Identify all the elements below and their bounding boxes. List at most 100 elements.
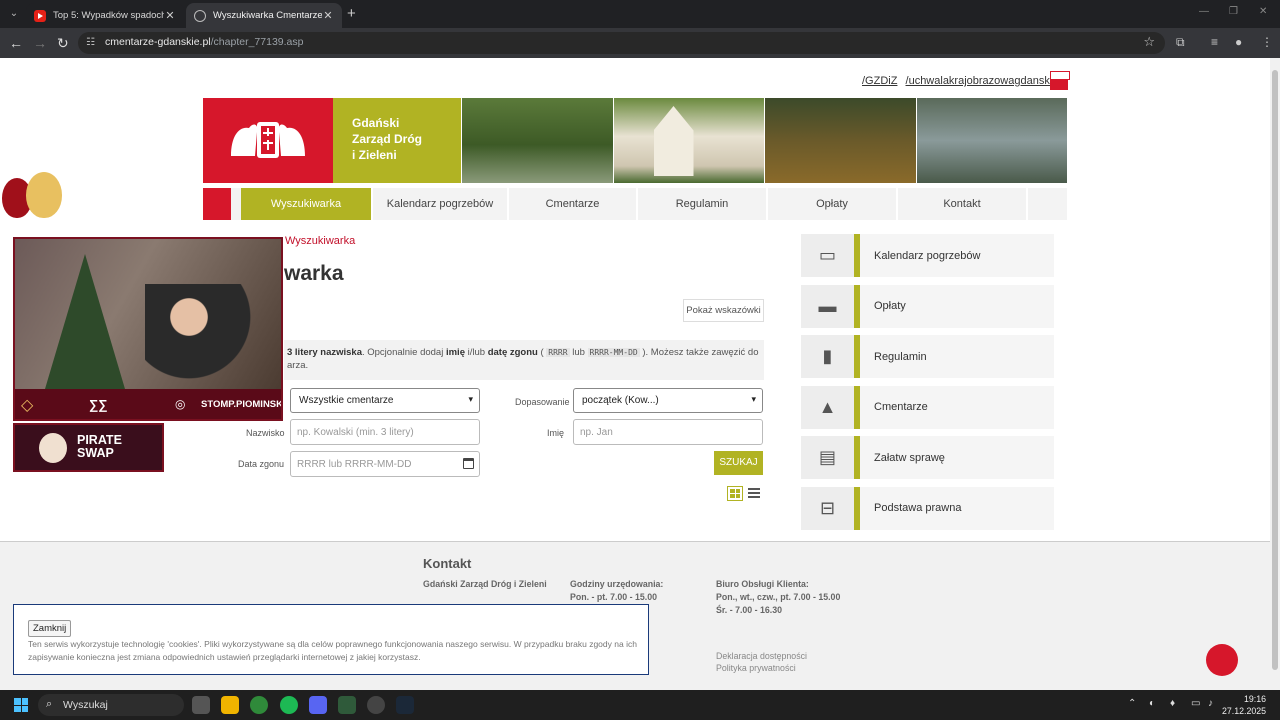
browser-tab-2-active[interactable]: Wyszukiwarka Cmentarze w Gd ✕ <box>186 3 342 28</box>
show-hints-button[interactable]: Pokaż wskazówki <box>683 299 764 322</box>
bookmark-star-icon[interactable]: ☆ <box>1143 34 1155 50</box>
browser-menu-icon[interactable]: ⋮ <box>1261 35 1273 49</box>
taskbar-search[interactable]: ⌕ Wyszukaj <box>38 694 184 716</box>
close-window-icon[interactable]: ✕ <box>1259 6 1267 17</box>
page-title: warka <box>284 262 344 285</box>
menu-item-regulamin[interactable]: Regulamin <box>638 188 768 220</box>
cookie-close-button[interactable]: Zamknij <box>28 620 72 637</box>
sidebar-item-cmentarze[interactable]: ▲ Cmentarze <box>801 385 1054 429</box>
menu-item-wyszukiwarka[interactable]: Wyszukiwarka <box>241 188 373 220</box>
brand-line-1: Gdański <box>352 116 400 130</box>
search-button[interactable]: SZUKAJ <box>714 451 763 475</box>
discord-icon[interactable] <box>309 696 327 714</box>
header-photo-alley <box>462 98 613 183</box>
media-control-icon[interactable]: ≡ <box>1211 35 1218 49</box>
sponsor-line-2: SWAP <box>77 446 114 460</box>
network-icon[interactable]: ▭ <box>1191 698 1200 709</box>
cemetery-select-value: Wszystkie cmentarze <box>299 395 394 406</box>
privacy-link[interactable]: Polityka prywatności <box>716 663 796 673</box>
info-text: 3 litery nazwiska <box>287 347 362 358</box>
task-view-icon[interactable] <box>192 696 210 714</box>
browser-address-bar: ← → ↻ ☷ cmentarze-gdanskie.pl/chapter_77… <box>0 28 1280 58</box>
menu-item-kalendarz[interactable]: Kalendarz pogrzebów <box>373 188 509 220</box>
surname-label: Nazwisko <box>246 428 285 438</box>
archive-icon: ▤ <box>801 436 854 480</box>
match-select[interactable]: początek (Kow...) ▾ <box>573 388 763 413</box>
brand-line-2: Zarząd Dróg <box>352 132 423 146</box>
footer-heading: Kontakt <box>423 556 472 571</box>
info-text: lub <box>569 347 588 358</box>
scrollbar-thumb[interactable] <box>1272 70 1278 670</box>
match-select-value: początek (Kow...) <box>582 395 659 406</box>
breadcrumb[interactable]: Wyszukiwarka <box>285 235 355 247</box>
close-tab-icon[interactable]: ✕ <box>322 9 334 22</box>
windows-start-icon[interactable] <box>14 698 28 712</box>
back-arrow-icon[interactable]: ← <box>9 35 23 51</box>
info-text: ). Możesz także zawęzić do <box>639 347 759 358</box>
file-explorer-icon[interactable] <box>221 696 239 714</box>
info-text: i/lub <box>464 347 488 358</box>
death-date-input[interactable]: RRRR lub RRRR-MM-DD <box>290 451 480 477</box>
url-text[interactable]: cmentarze-gdanskie.pl/chapter_77139.asp <box>105 36 303 48</box>
info-text: imię <box>445 347 465 358</box>
sidebar-item-oplaty[interactable]: ▬ Opłaty <box>801 284 1054 328</box>
chevron-down-icon: ▾ <box>751 394 756 404</box>
bip-flag-icon[interactable] <box>1050 71 1070 90</box>
taskbar-clock[interactable]: 19:16 27.12.2025 <box>1222 693 1266 717</box>
sidebar-item-regulamin[interactable]: ▮ Regulamin <box>801 335 1054 379</box>
menu-item-oplaty[interactable]: Opłaty <box>768 188 898 220</box>
list-view-icon[interactable] <box>748 488 760 498</box>
webcam-overlay: ◇ ∑∑ ◎ STOMP.PIOMINSKI <box>13 237 283 421</box>
microphone-icon[interactable]: ♦ <box>1170 698 1175 709</box>
header-photo-chapel <box>613 98 764 183</box>
new-tab-plus-icon[interactable]: + <box>347 5 356 22</box>
accessibility-link[interactable]: Deklaracja dostępności <box>716 651 807 661</box>
header-photo-graves <box>765 98 916 183</box>
first-name-input[interactable]: np. Jan <box>573 419 763 445</box>
info-code: RRRR <box>546 348 570 357</box>
cookie-banner: Zamknij Ten serwis wykorzystuje technolo… <box>13 604 649 675</box>
page-scrollbar[interactable] <box>1270 58 1280 690</box>
grid-view-icon[interactable] <box>727 486 743 501</box>
restore-window-icon[interactable]: ❐ <box>1229 6 1238 17</box>
steam-icon[interactable] <box>396 696 414 714</box>
site-info-icon[interactable]: ☷ <box>86 37 95 48</box>
gzdiz-link[interactable]: /GZDiZ <box>862 75 897 87</box>
obs-icon[interactable] <box>367 696 385 714</box>
gdansk-crest-logo[interactable] <box>203 98 333 183</box>
close-tab-icon[interactable]: ✕ <box>164 9 176 22</box>
reload-icon[interactable]: ↻ <box>57 35 69 52</box>
sidebar-item-zalatw[interactable]: ▤ Załatw sprawę <box>801 436 1054 480</box>
first-name-label: Imię <box>547 428 565 438</box>
excel-icon[interactable] <box>338 696 356 714</box>
url-omnibox[interactable]: ☷ cmentarze-gdanskie.pl/chapter_77139.as… <box>78 32 1165 54</box>
uchwala-link[interactable]: /uchwalakrajobrazowagdanska <box>906 75 1056 87</box>
footer-hours-title: Godziny urzędowania: <box>570 579 664 589</box>
extensions-puzzle-icon[interactable]: ⧉ <box>1176 35 1185 50</box>
menu-accent-block <box>203 188 231 220</box>
accessibility-widget-button[interactable] <box>1206 644 1238 676</box>
sidebar-item-kalendarz[interactable]: ▭ Kalendarz pogrzebów <box>801 234 1054 277</box>
surname-input[interactable]: np. Kowalski (min. 3 litery) <box>290 419 480 445</box>
search-icon: ⌕ <box>46 698 53 710</box>
tray-app-icon[interactable]: ◐ <box>1149 698 1155 709</box>
tab-search-chevron-icon[interactable]: ⌄ <box>6 6 22 22</box>
sidebar-item-podstawa[interactable]: ⊟ Podstawa prawna <box>801 486 1054 530</box>
footer-boc-line1: Pon., wt., czw., pt. 7.00 - 15.00 <box>716 592 841 602</box>
brand-line-3: i Zieleni <box>352 148 397 162</box>
spotify-icon[interactable] <box>280 696 298 714</box>
menu-item-cmentarze[interactable]: Cmentarze <box>509 188 638 220</box>
crest-lions-icon <box>231 122 305 158</box>
chrome-icon[interactable] <box>250 696 268 714</box>
menu-item-kontakt[interactable]: Kontakt <box>898 188 1028 220</box>
minimize-window-icon[interactable]: — <box>1199 6 1209 17</box>
calendar-picker-icon[interactable] <box>463 458 474 469</box>
forward-arrow-icon[interactable]: → <box>33 35 47 51</box>
cemetery-select[interactable]: Wszystkie cmentarze ▾ <box>290 388 480 413</box>
wallet-icon: ▬ <box>801 284 854 328</box>
tray-chevron-up-icon[interactable]: ⌃ <box>1128 698 1136 709</box>
profile-avatar-icon[interactable]: ● <box>1235 35 1242 49</box>
volume-icon[interactable]: ♪ <box>1208 698 1213 709</box>
info-text: arza. <box>287 360 309 371</box>
browser-tab-1[interactable]: Top 5: Wypadków spadochron ✕ <box>26 3 184 28</box>
